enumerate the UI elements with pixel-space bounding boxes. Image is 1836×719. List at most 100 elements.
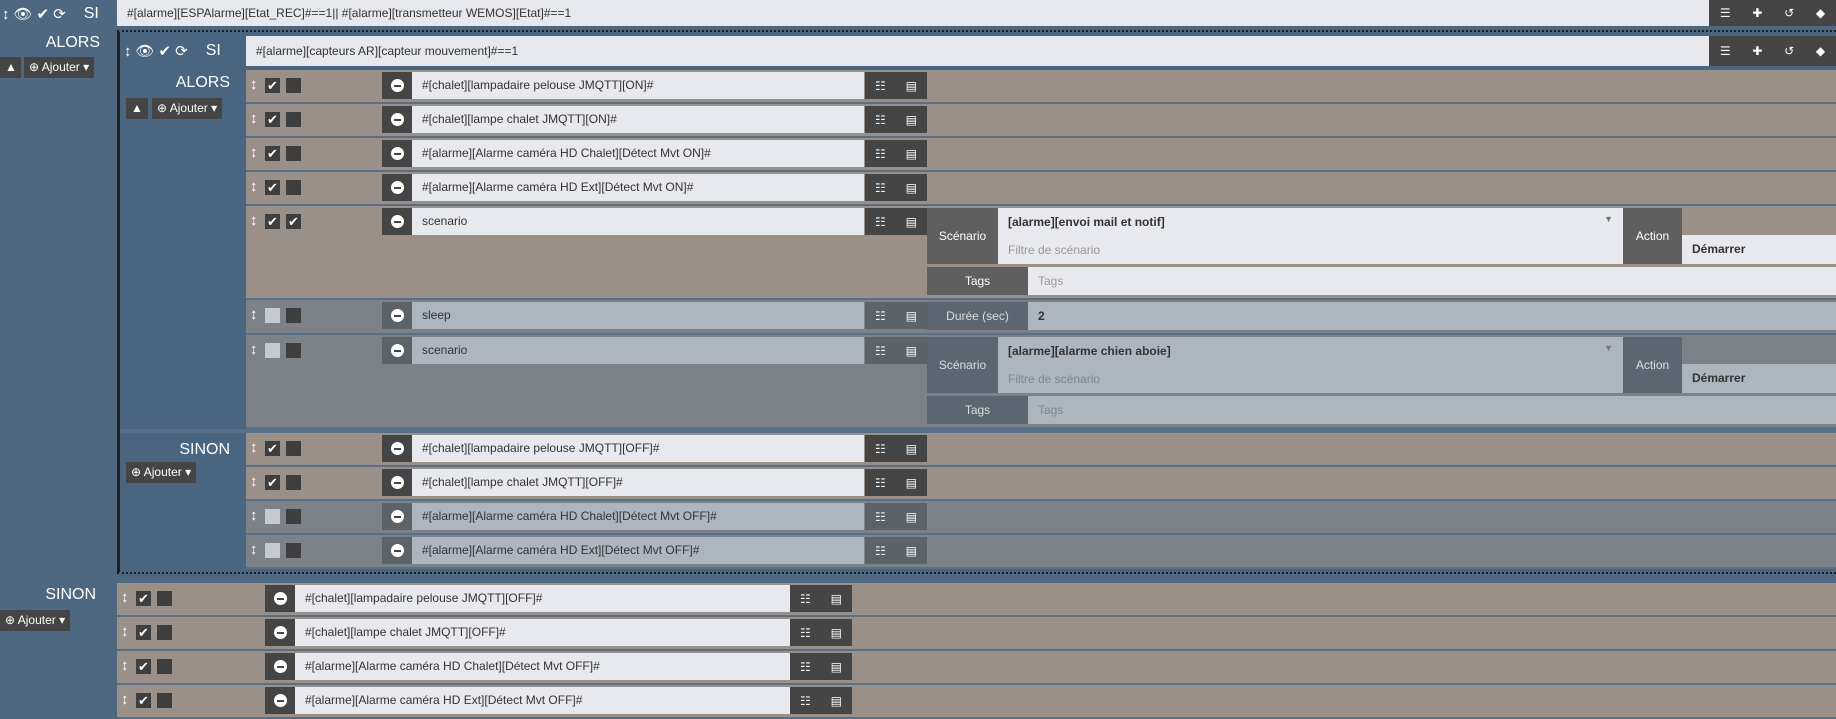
remove-action-button[interactable] xyxy=(382,435,412,462)
remove-action-button[interactable] xyxy=(382,174,412,201)
puzzle-icon[interactable]: ✚ xyxy=(1752,6,1762,20)
remove-action-button[interactable] xyxy=(382,469,412,496)
cube-icon[interactable]: ◆ xyxy=(1816,6,1825,20)
remove-action-button[interactable] xyxy=(382,208,412,235)
list-icon[interactable]: ▤ xyxy=(906,113,917,127)
list-icon[interactable]: ▤ xyxy=(831,592,842,606)
list-icon[interactable]: ▤ xyxy=(831,626,842,640)
top-condition-input[interactable]: #[alarme][ESPAlarme][Etat_REC]#==1|| #[a… xyxy=(117,0,1709,26)
enable-checkbox[interactable] xyxy=(265,308,280,323)
option-checkbox[interactable] xyxy=(286,475,301,490)
remove-action-button[interactable] xyxy=(382,537,412,564)
remove-action-button[interactable] xyxy=(265,619,295,646)
move-handle-icon[interactable]: ↕ xyxy=(250,439,258,456)
enable-checkbox[interactable]: ✔ xyxy=(265,180,280,195)
list-check-icon[interactable]: ☷ xyxy=(875,344,886,358)
enable-checkbox[interactable]: ✔ xyxy=(265,146,280,161)
cube-icon[interactable]: ◆ xyxy=(1816,44,1825,58)
move-handle-icon[interactable]: ↕ xyxy=(250,306,258,323)
ajouter-button[interactable]: ⊕ Ajouter ▾ xyxy=(126,462,197,483)
remove-action-button[interactable] xyxy=(265,653,295,680)
list-icon[interactable]: ▤ xyxy=(906,510,917,524)
list-check-icon[interactable]: ☷ xyxy=(875,147,886,161)
list-check-icon[interactable]: ☷ xyxy=(800,592,811,606)
command-input[interactable]: sleep xyxy=(412,302,864,329)
list-check-icon[interactable]: ☷ xyxy=(875,544,886,558)
list-icon[interactable]: ▤ xyxy=(906,309,917,323)
scenario-filter-input[interactable]: Filtre de scénario xyxy=(1008,358,1623,386)
list-icon[interactable]: ▤ xyxy=(906,147,917,161)
scenario-filter-input[interactable]: Filtre de scénario xyxy=(1008,229,1623,257)
ajouter-button[interactable]: ⊕ Ajouter ▾ xyxy=(0,610,71,631)
enable-checkbox[interactable]: ✔ xyxy=(265,78,280,93)
remove-action-button[interactable] xyxy=(265,585,295,612)
option-checkbox[interactable] xyxy=(157,659,172,674)
puzzle-icon[interactable]: ✚ xyxy=(1752,44,1762,58)
move-handle-icon[interactable]: ↕ xyxy=(121,589,129,606)
refresh-icon[interactable]: ⟳ xyxy=(53,5,66,23)
option-checkbox[interactable] xyxy=(157,693,172,708)
remove-action-button[interactable] xyxy=(382,106,412,133)
move-handle-icon[interactable]: ↕ xyxy=(121,623,129,640)
list-icon[interactable]: ▤ xyxy=(831,694,842,708)
option-checkbox[interactable] xyxy=(286,509,301,524)
ajouter-button[interactable]: ⊕ Ajouter ▾ xyxy=(24,57,95,78)
list-check-icon[interactable]: ☷ xyxy=(800,694,811,708)
enable-checkbox[interactable]: ✔ xyxy=(136,659,151,674)
option-checkbox[interactable]: ✔ xyxy=(286,214,301,229)
list-check-icon[interactable]: ☷ xyxy=(875,181,886,195)
option-checkbox[interactable] xyxy=(286,180,301,195)
move-handle-icon[interactable]: ↕ xyxy=(250,212,258,229)
command-input[interactable]: #[alarme][Alarme caméra HD Ext][Détect M… xyxy=(412,537,864,564)
enable-checkbox[interactable]: ✔ xyxy=(159,42,172,60)
move-handle-icon[interactable]: ↕ xyxy=(250,178,258,195)
command-input[interactable]: #[alarme][Alarme caméra HD Chalet][Détec… xyxy=(412,503,864,530)
enable-checkbox[interactable]: ✔ xyxy=(136,591,151,606)
enable-checkbox[interactable]: ✔ xyxy=(37,5,50,23)
list-icon[interactable]: ▤ xyxy=(906,344,917,358)
history-icon[interactable]: ↺ xyxy=(1784,44,1794,58)
nested-condition-input[interactable]: #[alarme][capteurs AR][capteur mouvement… xyxy=(246,36,1709,66)
list-icon[interactable]: ▤ xyxy=(831,660,842,674)
command-input[interactable]: #[chalet][lampadaire pelouse JMQTT][OFF]… xyxy=(295,585,790,612)
command-input[interactable]: #[chalet][lampe chalet JMQTT][OFF]# xyxy=(412,469,864,496)
collapse-button[interactable]: ▲ xyxy=(126,98,148,119)
option-checkbox[interactable] xyxy=(286,543,301,558)
command-input[interactable]: scenario xyxy=(412,208,864,235)
enable-checkbox[interactable]: ✔ xyxy=(136,625,151,640)
enable-checkbox[interactable]: ✔ xyxy=(265,475,280,490)
enable-checkbox[interactable] xyxy=(265,543,280,558)
command-input[interactable]: #[alarme][Alarme caméra HD Ext][Détect M… xyxy=(295,687,790,714)
list-icon[interactable]: ▤ xyxy=(906,79,917,93)
option-checkbox[interactable] xyxy=(286,308,301,323)
remove-action-button[interactable] xyxy=(382,72,412,99)
action-select[interactable]: Démarrer xyxy=(1682,235,1836,264)
list-check-icon[interactable]: ☷ xyxy=(875,79,886,93)
enable-checkbox[interactable]: ✔ xyxy=(136,693,151,708)
list-icon[interactable]: ☰ xyxy=(1720,6,1731,20)
remove-action-button[interactable] xyxy=(265,687,295,714)
command-input[interactable]: #[chalet][lampe chalet JMQTT][ON]# xyxy=(412,106,864,133)
list-icon[interactable]: ☰ xyxy=(1720,44,1731,58)
enable-checkbox[interactable]: ✔ xyxy=(265,441,280,456)
list-icon[interactable]: ▤ xyxy=(906,476,917,490)
option-checkbox[interactable] xyxy=(286,441,301,456)
move-handle-icon[interactable]: ↕ xyxy=(250,110,258,127)
move-handle-icon[interactable]: ↕ xyxy=(250,473,258,490)
list-check-icon[interactable]: ☷ xyxy=(875,510,886,524)
remove-action-button[interactable] xyxy=(382,337,412,364)
option-checkbox[interactable] xyxy=(286,112,301,127)
remove-action-button[interactable] xyxy=(382,302,412,329)
list-check-icon[interactable]: ☷ xyxy=(875,215,886,229)
move-handle-icon[interactable]: ↕ xyxy=(121,657,129,674)
move-icon[interactable]: ↕ xyxy=(2,6,10,23)
list-check-icon[interactable]: ☷ xyxy=(875,113,886,127)
duration-input[interactable]: 2 xyxy=(1028,302,1836,330)
move-handle-icon[interactable]: ↕ xyxy=(250,341,258,358)
option-checkbox[interactable] xyxy=(286,146,301,161)
collapse-button[interactable]: ▲ xyxy=(0,57,21,78)
tags-input[interactable]: Tags xyxy=(1028,267,1836,295)
enable-checkbox[interactable] xyxy=(265,509,280,524)
remove-action-button[interactable] xyxy=(382,140,412,167)
action-select[interactable]: Démarrer xyxy=(1682,364,1836,393)
